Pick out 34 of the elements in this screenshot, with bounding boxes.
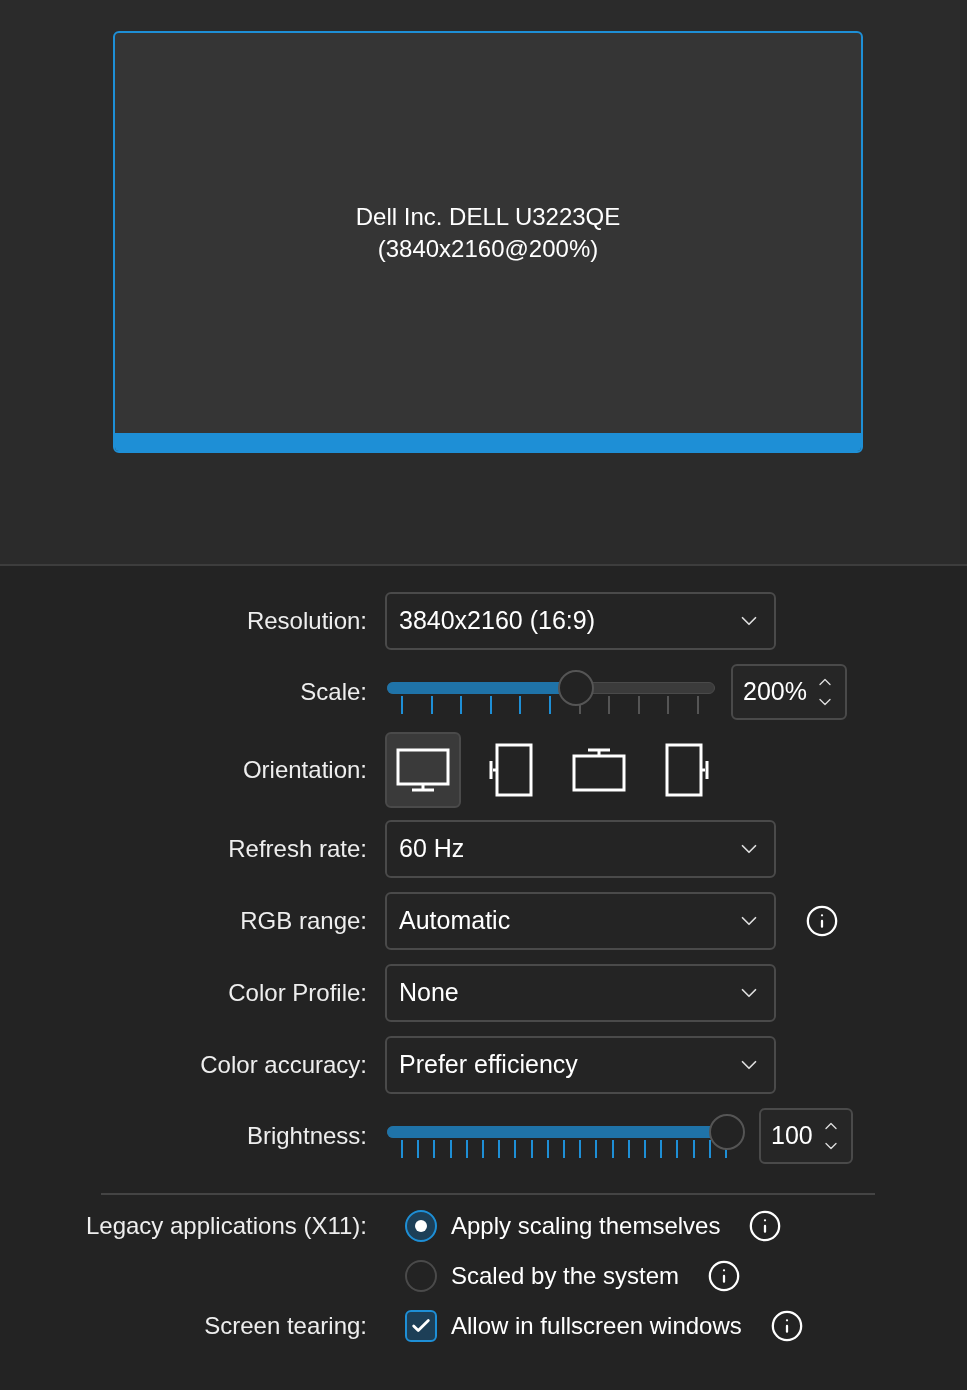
info-icon[interactable] (748, 1209, 783, 1243)
flipped-monitor-icon (572, 748, 626, 792)
portrait-monitor-icon (665, 743, 709, 797)
dropdown[interactable]: 60 Hz (385, 820, 776, 878)
info-icon[interactable] (707, 1259, 742, 1293)
info-icon[interactable] (805, 904, 839, 938)
checkbox[interactable] (405, 1310, 437, 1342)
orientation-button[interactable] (385, 732, 461, 808)
spin-box[interactable]: 200% (731, 664, 847, 720)
radio-label[interactable]: Apply scaling themselves (451, 1208, 721, 1244)
setting-label: Color accuracy: (200, 1051, 367, 1078)
checkbox-label[interactable]: Allow in fullscreen windows (451, 1308, 742, 1344)
display-name: Dell Inc. DELL U3223QE (3840x2160@200%) (355, 202, 621, 264)
setting-label: RGB range: (240, 907, 367, 934)
dropdown[interactable]: None (385, 964, 776, 1022)
setting-label: Legacy applications (X11): (85, 1212, 367, 1239)
radio-button[interactable] (405, 1260, 437, 1292)
display-preview[interactable]: Dell Inc. DELL U3223QE (3840x2160@200%) (113, 31, 863, 453)
portrait-monitor-icon (489, 743, 533, 797)
setting-label: Scale: (300, 678, 367, 705)
setting-label: Color Profile: (228, 979, 367, 1006)
radio-label[interactable]: Scaled by the system (451, 1258, 680, 1294)
setting-label: Brightness: (246, 1122, 367, 1149)
monitor-icon (396, 748, 450, 792)
setting-label: Refresh rate: (228, 835, 367, 862)
setting-label: Screen tearing: (204, 1312, 367, 1339)
info-icon[interactable] (769, 1309, 804, 1343)
dropdown[interactable]: Prefer efficiency (385, 1036, 776, 1094)
spin-box[interactable]: 100 (759, 1108, 853, 1164)
dropdown[interactable]: Automatic (385, 892, 776, 950)
dropdown[interactable]: 3840x2160 (16:9) (385, 592, 776, 650)
radio-button[interactable] (405, 1210, 437, 1242)
setting-label: Orientation: (242, 756, 367, 783)
setting-label: Resolution: (246, 607, 367, 634)
